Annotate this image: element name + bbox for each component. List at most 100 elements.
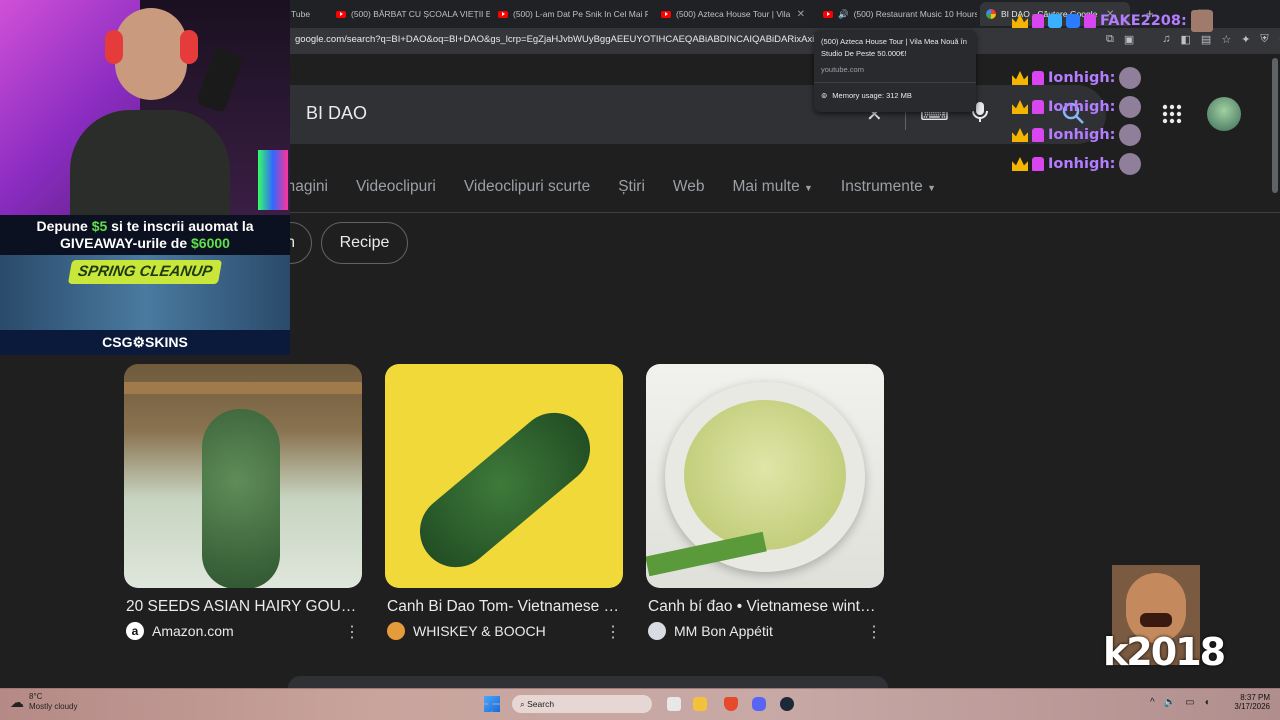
monitor-icon[interactable]: ▭	[1185, 697, 1194, 708]
result-title[interactable]: 20 SEEDS ASIAN HAIRY GOURD	[124, 598, 362, 616]
brave-browser-icon[interactable]	[724, 697, 738, 711]
badge-icon	[1032, 14, 1044, 28]
discord-icon[interactable]	[752, 697, 766, 711]
result-image[interactable]	[646, 364, 884, 588]
whiskey-booch-icon	[387, 622, 405, 640]
result-image[interactable]	[385, 364, 623, 588]
youtube-icon	[498, 10, 508, 18]
url-field[interactable]: google.com/search?q=BI+DAO&oq=BI+DAO&gs_…	[295, 34, 815, 45]
chat-username: FAKE2208:	[1100, 13, 1187, 29]
result-title[interactable]: Canh bí đao • Vietnamese winter melon so…	[646, 598, 884, 616]
chat-username: Ionhigh:	[1048, 156, 1116, 172]
more-options-icon[interactable]: ⋮	[605, 622, 621, 642]
memory-usage: ⊚ Memory usage: 312 MB	[821, 91, 969, 100]
result-source[interactable]: MM Bon Appétit ⋮	[646, 622, 884, 642]
tab[interactable]: (500) L-am Dat Pe Snik In Cel Mai P	[492, 2, 648, 26]
source-label: Amazon.com	[152, 623, 234, 639]
promo-brand: CSG⚙SKINS	[0, 330, 290, 355]
webcam-overlay	[0, 0, 290, 215]
tab-label: (500) L-am Dat Pe Snik In Cel Mai P	[513, 9, 648, 19]
scrollbar[interactable]	[1272, 58, 1278, 193]
youtube-icon	[661, 10, 671, 18]
promo-banner: SPRING CLEANUP	[67, 260, 223, 284]
shield-icon[interactable]: ⛨	[1260, 33, 1268, 46]
result-source[interactable]: a Amazon.com ⋮	[124, 622, 362, 642]
extensions-icon[interactable]: ⧉	[1106, 33, 1114, 46]
toolbar-icons: ⧉ ▣ ♫ ◧ ▤ ☆ ✦ ⛨ ⋯	[1106, 33, 1280, 46]
tab-label: (500) Restaurant Music 10 Hours	[853, 9, 977, 19]
bookmark-icon[interactable]: ☆	[1221, 33, 1231, 46]
promo-amount: $6000	[191, 235, 230, 251]
badge-icon	[1048, 14, 1062, 28]
sponsor-banner: Depune $5 si te inscrii auomat la GIVEAW…	[0, 215, 290, 355]
tab-tools[interactable]: Instrumente ▼	[841, 178, 936, 200]
dropdown-arrow-icon: ▼	[927, 183, 937, 193]
youtube-icon	[823, 10, 833, 18]
tab-news[interactable]: Știri	[618, 178, 645, 200]
file-explorer-icon[interactable]	[693, 697, 707, 711]
tab[interactable]: (500) Azteca House Tour | Vila M ✕	[655, 2, 811, 26]
tab-web[interactable]: Web	[673, 178, 705, 200]
tab[interactable]: (500) BĂRBAT CU ȘCOALA VIEȚII EXP	[330, 2, 490, 26]
weather-widget[interactable]: ☁ 8°C Mostly cloudy	[10, 692, 77, 712]
steam-icon[interactable]	[780, 697, 794, 711]
search-input[interactable]: BI DAO	[306, 103, 367, 124]
badge-icon	[1032, 157, 1044, 171]
tab-more[interactable]: Mai multe ▼	[733, 178, 813, 200]
result-title[interactable]: Canh Bi Dao Tom- Vietnamese Winter Melon…	[385, 598, 623, 616]
emote-icon	[1119, 153, 1142, 175]
filter-chip-recipe[interactable]: Recipe	[321, 222, 408, 264]
system-tray: ^ 🔈 ▭ ◖	[1150, 697, 1210, 708]
more-options-icon[interactable]: ⋮	[344, 622, 360, 642]
chat-username: Ionhigh:	[1048, 127, 1116, 143]
close-tab-icon[interactable]: ✕	[797, 9, 805, 20]
weather-text: Mostly cloudy	[29, 702, 78, 711]
sidebar-icon[interactable]: ▤	[1201, 33, 1211, 46]
search-type-tabs: Imagini Videoclipuri Videoclipuri scurte…	[278, 178, 936, 200]
emote-icon	[1119, 67, 1142, 89]
speaker-icon[interactable]: 🔈	[1164, 697, 1176, 708]
tab-more-label: Mai multe	[732, 178, 800, 195]
result-source[interactable]: WHISKEY & BOOCH ⋮	[385, 622, 623, 642]
tab-tools-label: Instrumente	[840, 178, 923, 195]
next-result-row	[288, 676, 888, 688]
amazon-icon: a	[126, 622, 144, 640]
reading-mode-icon[interactable]: ◧	[1181, 33, 1191, 46]
screenshot-icon[interactable]: ▣	[1124, 33, 1134, 46]
emote-icon	[1190, 10, 1213, 32]
chevron-up-icon[interactable]: ^	[1150, 697, 1155, 708]
youtube-icon	[336, 10, 346, 18]
taskbar-search[interactable]: ⌕ Search	[512, 695, 652, 713]
clock-time: 8:37 PM	[1240, 693, 1270, 702]
cloud-icon: ☁	[10, 693, 24, 710]
clock[interactable]: 8:37 PM 3/17/2026	[1228, 693, 1270, 711]
media-icon[interactable]: ♫	[1162, 33, 1170, 46]
tab-hover-card: (500) Azteca House Tour | Vila Mea Nouă …	[814, 30, 976, 112]
badge-icon	[1032, 100, 1044, 114]
avatar[interactable]	[1207, 97, 1241, 131]
result-image[interactable]	[124, 364, 362, 588]
chat-message: Ionhigh:	[1012, 67, 1142, 89]
image-result-card[interactable]: 20 SEEDS ASIAN HAIRY GOURD a Amazon.com …	[124, 364, 362, 642]
meme-caption: k2018	[1103, 630, 1226, 674]
chat-username: Ionhigh:	[1048, 70, 1116, 86]
chat-message: Ionhigh:	[1012, 124, 1142, 146]
emote-icon	[1119, 96, 1142, 118]
more-options-icon[interactable]: ⋮	[866, 622, 882, 642]
promo-text-part: si te inscrii auomat la	[107, 218, 254, 234]
task-view-icon[interactable]	[667, 697, 681, 711]
image-result-card[interactable]: Canh bí đao • Vietnamese winter melon so…	[646, 364, 884, 642]
apps-grid-icon[interactable]	[1162, 104, 1182, 129]
chat-username: Ionhigh:	[1048, 99, 1116, 115]
audio-playing-icon[interactable]: 🔊	[838, 9, 849, 20]
volume-icon[interactable]: ◖	[1204, 697, 1210, 708]
copilot-icon[interactable]: ✦	[1241, 33, 1250, 46]
source-label: MM Bon Appétit	[674, 623, 773, 639]
chat-message: Ionhigh:	[1012, 96, 1142, 118]
promo-text-part: GIVEAWAY-urile de	[60, 235, 192, 251]
tab-videos[interactable]: Videoclipuri	[356, 178, 436, 200]
tab-short-videos[interactable]: Videoclipuri scurte	[464, 178, 590, 200]
image-result-card[interactable]: Canh Bi Dao Tom- Vietnamese Winter Melon…	[385, 364, 623, 642]
taskbar-search-label: Search	[527, 699, 555, 709]
tab[interactable]: 🔊 (500) Restaurant Music 10 Hours	[817, 2, 977, 26]
